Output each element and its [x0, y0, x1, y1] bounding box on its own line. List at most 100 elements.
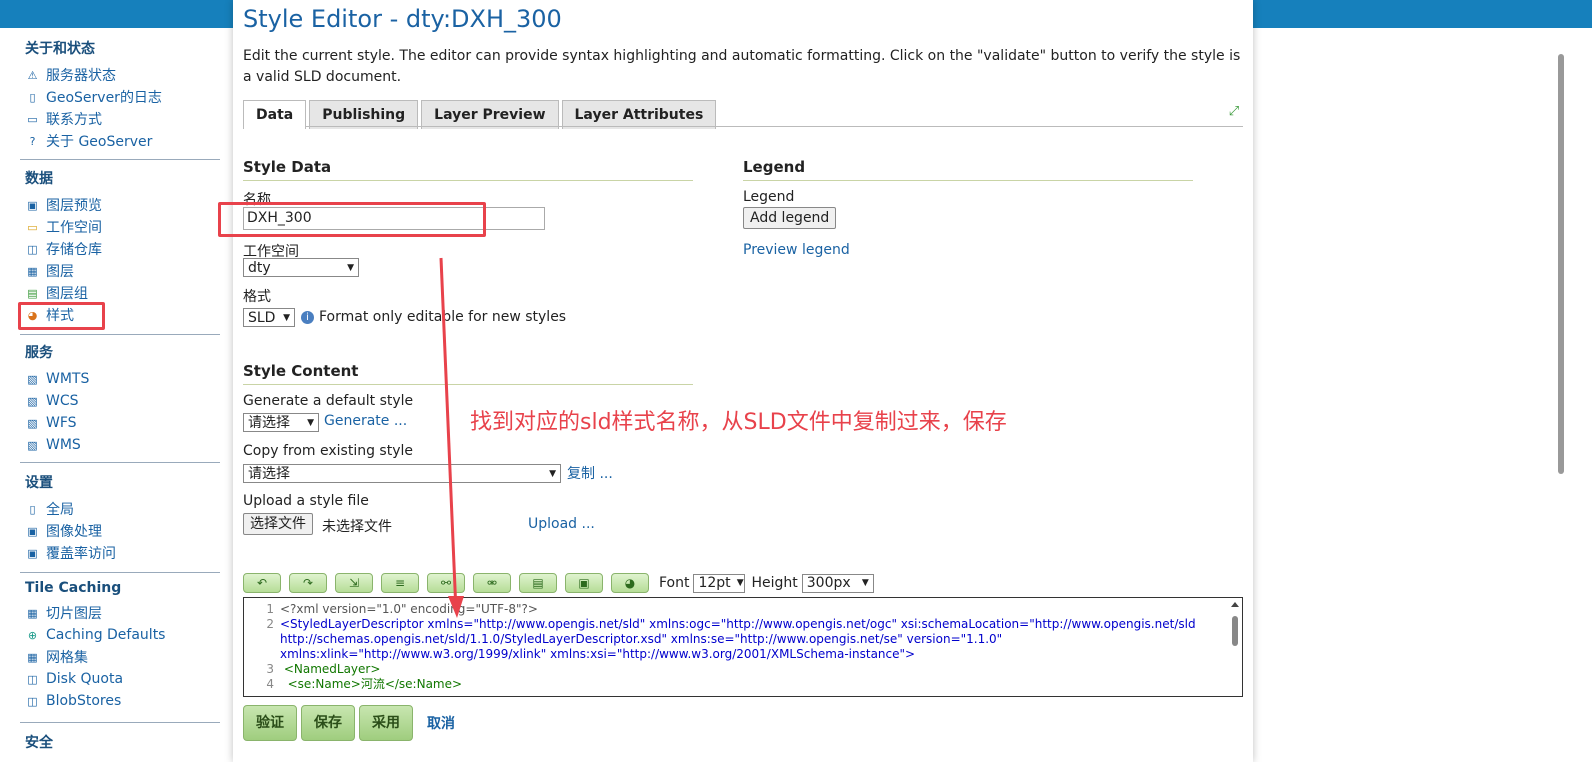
info-icon: i: [301, 310, 314, 324]
highlight-box-styles: [18, 302, 105, 330]
sidebar-section-title: 数据: [25, 171, 53, 187]
highlight-box-name: [218, 202, 486, 237]
store-icon: ◫: [27, 694, 38, 708]
validate-button[interactable]: 验证: [243, 705, 297, 741]
style-content-heading: Style Content: [243, 362, 693, 385]
sidebar-section-title: 关于和状态: [25, 41, 95, 57]
chevron-down-icon: ▼: [283, 312, 290, 323]
page-title: Style Editor - dty:DXH_300: [243, 5, 562, 33]
sidebar-item-wms[interactable]: ▧ WMS: [25, 434, 89, 456]
reformat-button[interactable]: ≡: [381, 573, 419, 593]
sidebar-item-layer-groups[interactable]: ▤ 图层组: [25, 282, 102, 304]
service-icon: ▧: [27, 416, 38, 430]
font-size-select[interactable]: 12pt ▼: [693, 573, 746, 593]
service-icon: ▧: [27, 372, 38, 386]
save-button[interactable]: 保存: [301, 705, 355, 741]
divider: [20, 462, 220, 463]
binoculars-icon: ⚯: [440, 576, 452, 590]
server-status-icon: ⚠: [27, 68, 38, 82]
chevron-down-icon: ▼: [347, 262, 354, 273]
sidebar-item-blobstores[interactable]: ◫ BlobStores: [25, 690, 165, 712]
sidebar-section-title: 安全: [25, 735, 53, 751]
insert-image-button[interactable]: ▤: [519, 573, 557, 593]
sidebar-item-disk-quota[interactable]: ◫ Disk Quota: [25, 668, 165, 690]
sidebar-item-workspaces[interactable]: ▭ 工作空间: [25, 216, 102, 238]
annotation-text: 找到对应的sld样式名称，从SLD文件中复制过来，保存: [470, 410, 1007, 435]
fullscreen-icon[interactable]: ⤢: [1225, 104, 1243, 122]
sidebar-section-about: 关于和状态 ⚠ 服务器状态 ▯ GeoServer的日志 ▭ 联系方式 ? 关于 Geo…: [25, 38, 162, 152]
sidebar-item-image-processing[interactable]: ▣ 图像处理: [25, 520, 116, 542]
height-select[interactable]: 300px ▼: [801, 573, 874, 593]
workspace-select[interactable]: dty ▼: [243, 258, 359, 277]
palette-icon: ◕: [624, 576, 636, 590]
page-description: Edit the current style. The editor can p…: [243, 48, 1241, 85]
sidebar-item-about[interactable]: ? 关于 GeoServer: [25, 130, 162, 152]
store-icon: ◫: [27, 242, 38, 256]
format-select[interactable]: SLD ▼: [243, 308, 295, 327]
upload-label: Upload a style file: [243, 493, 369, 509]
sidebar-item-server-status[interactable]: ⚠ 服务器状态: [25, 64, 162, 86]
redo-icon: ↷: [302, 576, 314, 590]
font-label: Font: [659, 575, 690, 591]
preview-legend-link[interactable]: Preview legend: [743, 242, 850, 258]
sidebar-item-global[interactable]: ▯ 全局: [25, 498, 116, 520]
apply-button[interactable]: 采用: [359, 705, 413, 741]
add-legend-button[interactable]: Add legend: [743, 207, 837, 229]
code-line: <NamedLayer>: [280, 662, 381, 676]
sidebar-item-caching-defaults[interactable]: ⊕ Caching Defaults: [25, 624, 166, 646]
divider: [20, 159, 220, 160]
replace-button[interactable]: ⚮: [473, 573, 511, 593]
line-number: 4: [266, 677, 274, 691]
chevron-down-icon: ▼: [549, 468, 556, 479]
chevron-down-icon: ▼: [736, 578, 744, 588]
sidebar-item-gridsets[interactable]: ▦ 网格集: [25, 646, 165, 668]
global-icon: ▯: [29, 502, 36, 516]
undo-button[interactable]: ↶: [243, 573, 281, 593]
indent-icon: ≡: [394, 576, 406, 590]
redo-button[interactable]: ↷: [289, 573, 327, 593]
sidebar-item-layer-preview[interactable]: ▣ 图层预览: [25, 194, 102, 216]
insert-graphic-button[interactable]: ▣: [565, 573, 603, 593]
code-line: <StyledLayerDescriptor xmlns="http://www…: [280, 617, 1196, 631]
sidebar-item-layers[interactable]: ▦ 图层: [25, 260, 102, 282]
sidebar-item-contact[interactable]: ▭ 联系方式: [25, 108, 162, 130]
choose-file-button[interactable]: 选择文件: [243, 513, 313, 535]
sidebar-section-tile-caching: Tile Caching ▦ 切片图层 ⊕ Caching Defaults ▦ 网格…: [25, 580, 165, 712]
sidebar-item-wfs[interactable]: ▧ WFS: [25, 412, 89, 434]
cancel-link[interactable]: 取消: [427, 713, 455, 733]
copy-style-select[interactable]: 请选择 ▼: [243, 464, 561, 483]
sidebar-item-logs[interactable]: ▯ GeoServer的日志: [25, 86, 161, 108]
generate-select[interactable]: 请选择 ▼: [243, 413, 319, 432]
tab-underline: [305, 126, 1243, 127]
divider: [20, 722, 220, 723]
grid-icon: ▦: [27, 650, 38, 664]
tab-layer-attributes[interactable]: Layer Attributes: [561, 100, 717, 129]
tab-data[interactable]: Data: [243, 100, 307, 129]
sld-code-editor[interactable]: 1 <?xml version="1.0" encoding="UTF-8"?>…: [243, 597, 1243, 697]
sidebar-section-settings: 设置 ▯ 全局 ▣ 图像处理 ▣ 覆盖率访问: [25, 472, 116, 564]
line-number: 1: [266, 602, 274, 616]
editor-scrollbar[interactable]: [1230, 600, 1240, 694]
format-label: 格式: [243, 289, 271, 305]
sidebar-item-tile-layers[interactable]: ▦ 切片图层: [25, 602, 165, 624]
sidebar-item-stores[interactable]: ◫ 存储仓库: [25, 238, 102, 260]
tab-layer-preview[interactable]: Layer Preview: [421, 100, 559, 129]
tab-publishing[interactable]: Publishing: [309, 100, 419, 129]
format-note: i Format only editable for new styles: [301, 309, 566, 325]
sidebar-item-wcs[interactable]: ▧ WCS: [25, 390, 89, 412]
color-picker-button[interactable]: ◕: [611, 573, 649, 593]
generate-link[interactable]: Generate ...: [324, 413, 407, 429]
find-button[interactable]: ⚯: [427, 573, 465, 593]
upload-link[interactable]: Upload ...: [528, 516, 595, 532]
legend-heading: Legend: [743, 158, 1193, 181]
go-to-line-button[interactable]: ⇲: [335, 573, 373, 593]
sidebar-item-coverage-access[interactable]: ▣ 覆盖率访问: [25, 542, 116, 564]
page-scrollbar[interactable]: [1556, 40, 1566, 480]
image-icon: ▤: [532, 576, 544, 590]
editor-toolbar: ↶ ↷ ⇲ ≡ ⚯ ⚮ ▤ ▣ ◕ Font 12pt ▼ Height 300p…: [243, 573, 874, 593]
disk-icon: ◫: [27, 672, 38, 686]
sidebar-item-wmts[interactable]: ▧ WMTS: [25, 368, 89, 390]
copy-link[interactable]: 复制 ...: [567, 463, 613, 483]
generate-label: Generate a default style: [243, 393, 414, 409]
layer-icon: ▦: [27, 264, 38, 278]
